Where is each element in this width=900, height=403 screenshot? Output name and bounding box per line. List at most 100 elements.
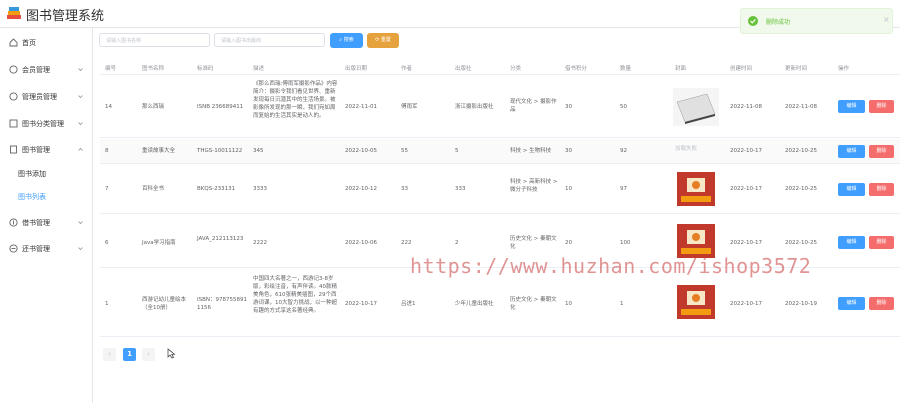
column-header: 编号 (105, 66, 117, 72)
cell-author: 傅雨军 (401, 104, 418, 110)
column-header: 出版社 (455, 66, 472, 72)
edit-button[interactable]: 编辑 (838, 236, 865, 249)
cell-updated: 2022-10-25 (785, 148, 817, 154)
cell-points: 20 (565, 240, 572, 246)
delete-button[interactable]: 删除 (869, 100, 894, 113)
delete-button[interactable]: 删除 (869, 297, 894, 310)
reset-button[interactable]: ⟳ 重置 (367, 33, 399, 48)
cell-desc: 3333 (253, 186, 267, 192)
next-page-button[interactable]: › (142, 348, 155, 361)
table-header: 编号 图书名称 标准码 描述 出版日期 作者 出版社 分类 借书积分 数量 封面… (100, 59, 900, 75)
cell-qty: 100 (620, 240, 631, 246)
close-icon[interactable]: × (883, 15, 890, 24)
cell-qty: 50 (620, 104, 627, 110)
cell-author: 吕进1 (401, 301, 416, 307)
sidebar-item-return[interactable]: 还书管理 (0, 240, 93, 258)
cover-load-failed: 加载失败 (675, 146, 698, 152)
cell-points: 10 (565, 301, 572, 307)
column-header: 描述 (253, 66, 265, 72)
page-number-button[interactable]: 1 (123, 348, 136, 361)
category-icon (9, 119, 18, 128)
column-header: 借书积分 (565, 66, 588, 72)
cell-created: 2022-11-08 (730, 104, 762, 110)
chevron-down-icon (78, 68, 83, 72)
column-header: 创建时间 (730, 66, 753, 72)
user-icon (9, 92, 18, 101)
sidebar-item-categories[interactable]: 图书分类管理 (0, 115, 93, 133)
cell-desc: 2222 (253, 240, 267, 246)
book-name-search-input[interactable]: 请输入图书名称 (99, 33, 210, 47)
column-header: 分类 (510, 66, 522, 72)
cell-id: 8 (105, 148, 109, 154)
cell-qty: 97 (620, 186, 627, 192)
cell-isbn: JAVA_212113123 (197, 236, 244, 242)
sidebar-subitem-book-list[interactable]: 图书列表 (18, 192, 46, 202)
cell-id: 7 (105, 186, 109, 192)
reset-button-label: 重置 (380, 37, 391, 43)
sidebar-item-home[interactable]: 首页 (0, 34, 93, 52)
chevron-up-icon (78, 147, 83, 151)
table-row: 1 西游记幼儿童绘本（全10册） ISBN：9787558911156 中国四大… (100, 269, 900, 337)
sidebar-item-label: 还书管理 (22, 245, 50, 253)
delete-button[interactable]: 删除 (869, 236, 894, 249)
chevron-down-icon (78, 95, 83, 99)
publisher-search-input[interactable]: 请输入图书出版商 (214, 33, 325, 47)
toast-message: 删除成功 (766, 19, 791, 26)
check-circle-icon (748, 16, 758, 26)
column-header: 操作 (838, 66, 850, 72)
sidebar-subitem-add-book[interactable]: 图书添加 (18, 169, 46, 179)
edit-button[interactable]: 编辑 (838, 100, 865, 113)
cell-category: 科技 > 生物科技 (510, 148, 552, 154)
cell-isbn: BKQS-233131 (197, 186, 236, 192)
publisher-placeholder: 请输入图书出版商 (221, 38, 262, 44)
cell-category: 历史文化 > 秦朝文化 (510, 236, 557, 250)
cell-qty: 1 (620, 301, 624, 307)
cell-created: 2022-10-17 (730, 148, 762, 154)
cell-name: 那么西瑞 (142, 104, 165, 110)
table-row: 7 百科全书 BKQS-233131 3333 2022-10-12 33 33… (100, 165, 900, 214)
sidebar-item-label: 图书分类管理 (22, 120, 64, 128)
delete-button[interactable]: 删除 (869, 145, 894, 158)
edit-button[interactable]: 编辑 (838, 183, 865, 196)
cell-id: 1 (105, 301, 109, 307)
chevron-right-icon: › (147, 350, 150, 358)
cell-publisher: 333 (455, 186, 466, 192)
book-name-placeholder: 请输入图书名称 (106, 38, 142, 44)
borrow-icon (9, 218, 18, 227)
cell-name: 重读故事大全 (142, 148, 176, 154)
edit-button[interactable]: 编辑 (838, 297, 865, 310)
user-icon (9, 65, 18, 74)
return-icon (9, 244, 18, 253)
delete-button[interactable]: 删除 (869, 183, 894, 196)
sidebar-item-admins[interactable]: 管理员管理 (0, 88, 93, 106)
prev-page-button[interactable]: ‹ (103, 348, 116, 361)
chevron-down-icon (78, 221, 83, 225)
sidebar-item-books[interactable]: 图书管理 (0, 141, 93, 159)
cell-isbn: THGS-10011122 (197, 148, 243, 154)
cell-updated: 2022-11-08 (785, 104, 817, 110)
cell-created: 2022-10-17 (730, 301, 762, 307)
sidebar-item-label: 会员管理 (22, 66, 50, 74)
cell-points: 30 (565, 148, 572, 154)
table-row: 14 那么西瑞 ISNB 236689411 《那么西瑞:傅雨军摄影作品》内容简… (100, 76, 900, 138)
column-header: 封面 (675, 66, 687, 72)
cell-publisher: 少年儿童出版社 (455, 301, 494, 307)
cell-isbn: ISNB 236689411 (197, 104, 244, 110)
chevron-down-icon (78, 122, 83, 126)
app-title: 图书管理系统 (26, 9, 105, 24)
cell-points: 10 (565, 186, 572, 192)
cell-name: 西游记幼儿童绘本（全10册） (142, 297, 187, 311)
sidebar-item-label: 图书管理 (22, 146, 50, 154)
success-toast: 删除成功 × (740, 8, 893, 34)
search-button[interactable]: ⌕ 搜索 (330, 33, 363, 48)
cell-isbn: ISBN：9787558911156 (197, 297, 247, 311)
cell-updated: 2022-10-25 (785, 186, 817, 192)
cell-pub-date: 2022-10-12 (345, 186, 377, 192)
edit-button[interactable]: 编辑 (838, 145, 865, 158)
sidebar-item-label: 借书管理 (22, 219, 50, 227)
cell-updated: 2022-10-25 (785, 240, 817, 246)
sidebar-item-label: 管理员管理 (22, 93, 57, 101)
sidebar-item-label: 首页 (22, 39, 36, 47)
sidebar-item-members[interactable]: 会员管理 (0, 61, 93, 79)
sidebar-item-borrow[interactable]: 借书管理 (0, 214, 93, 232)
